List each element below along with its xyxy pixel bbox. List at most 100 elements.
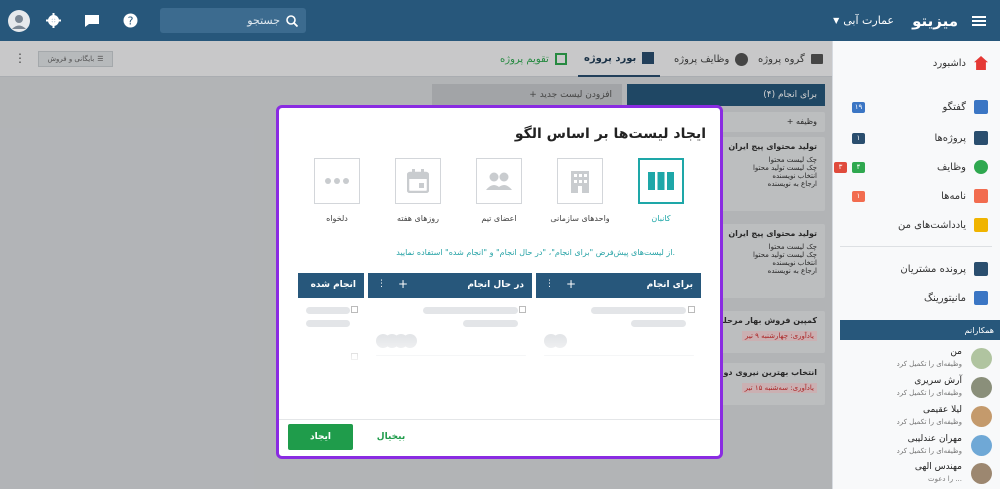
colleague-status: وظیفه‌ای را تکمیل کرد: [896, 360, 962, 368]
chat-icon: [974, 100, 988, 114]
template-org-units[interactable]: واحدهای سازمانی: [550, 158, 610, 223]
checkbox: [351, 306, 358, 313]
sidebar-item-customers[interactable]: پرونده مشتریان: [832, 256, 1000, 282]
chart-icon: [974, 291, 988, 305]
sidebar-item-label: نامه‌ها: [941, 190, 966, 202]
colleague-name: مهران عندلیبی: [907, 434, 962, 444]
sidebar-item-label: وظایف: [937, 161, 966, 173]
kanban-icon: [638, 158, 684, 204]
colleague-item[interactable]: لیلا عقیمی وظیفه‌ای را تکمیل کرد: [840, 402, 992, 432]
id-card-icon: [974, 262, 988, 276]
template-label: اعضای تیم: [481, 214, 517, 223]
sidebar-item-label: گفتگو: [942, 101, 966, 113]
colleague-status: وظیفه‌ای را تکمیل کرد: [896, 418, 962, 426]
skeleton-line: [591, 307, 686, 314]
projects-count-badge: ۱: [852, 133, 865, 144]
app-logo[interactable]: میزیتو: [912, 0, 958, 41]
tasks-done-badge: ۴: [852, 162, 865, 173]
template-label: کانبان: [651, 214, 671, 223]
colleague-item[interactable]: مهران عندلیبی وظیفه‌ای را تکمیل کرد: [840, 431, 992, 461]
more-vertical-icon: ⋮: [377, 279, 386, 289]
svg-text:?: ?: [128, 15, 134, 28]
projects-icon: [974, 131, 988, 145]
workspace-name: عمارت آبی: [843, 14, 894, 27]
template-label: واحدهای سازمانی: [550, 214, 610, 223]
cancel-button[interactable]: بیخیال: [371, 424, 411, 450]
top-bar: میزیتو ▼ عمارت آبی جستجو ?: [0, 0, 1000, 41]
modal-title: ایجاد لیست‌ها بر اساس الگو: [514, 126, 706, 142]
template-label: روزهای هفته: [396, 214, 440, 223]
skeleton-line: [423, 307, 518, 314]
search-placeholder: جستجو: [247, 14, 280, 27]
sidebar-item-monitoring[interactable]: مانیتورینگ: [832, 285, 1000, 311]
checkbox: [519, 306, 526, 313]
preview-column-header: برای انجام + ⋮: [536, 273, 701, 298]
sidebar-item-label: پروژه‌ها: [934, 132, 966, 144]
building-icon: [557, 158, 603, 204]
template-weekdays[interactable]: روزهای هفته: [388, 158, 448, 223]
avatar: [971, 348, 992, 369]
colleague-name: مهندس الهی: [914, 462, 962, 472]
home-icon: [974, 56, 988, 70]
preview-column-title: برای انجام: [646, 280, 693, 290]
tasks-overdue-badge: ۳: [834, 162, 847, 173]
template-label: دلخواه: [326, 214, 348, 223]
letters-count-badge: ۱: [852, 191, 865, 202]
colleague-status: وظیفه‌ای را تکمیل کرد: [896, 447, 962, 455]
create-lists-modal: ایجاد لیست‌ها بر اساس الگو کانبان واحدها…: [276, 105, 723, 459]
colleague-name: من: [950, 347, 962, 357]
mail-icon: [974, 189, 988, 203]
search-input[interactable]: جستجو: [160, 8, 306, 33]
help-icon[interactable]: ?: [123, 0, 138, 41]
more-vertical-icon: ⋮: [545, 279, 554, 289]
template-kanban[interactable]: کانبان: [631, 158, 691, 223]
team-icon: [476, 158, 522, 204]
skeleton-line: [306, 320, 350, 327]
sidebar: داشبورد گفتگو ۱۹ پروژه‌ها ۱ وظایف ۴ ۳ نا…: [832, 41, 1000, 489]
chat-icon[interactable]: [84, 0, 100, 41]
template-hint: از لیست‌های پیش‌فرض "برای انجام"، "در حا…: [396, 248, 675, 257]
preview-column-header: انجام شده: [298, 273, 364, 298]
colleague-status: وظیفه‌ای را تکمیل کرد: [896, 389, 962, 397]
colleague-status: را دعوت ...: [928, 475, 962, 483]
avatar: [971, 435, 992, 456]
colleagues-header: همکارانم: [840, 320, 1000, 340]
search-icon: [286, 14, 298, 27]
plus-icon: +: [566, 277, 577, 291]
preview-fade: [279, 336, 720, 366]
colleague-item[interactable]: من وظیفه‌ای را تکمیل کرد: [840, 344, 992, 374]
sidebar-item-label: مانیتورینگ: [924, 292, 966, 304]
sidebar-item-dashboard[interactable]: داشبورد: [832, 50, 1000, 76]
chevron-down-icon: ▼: [833, 16, 840, 25]
sidebar-item-label: داشبورد: [932, 57, 966, 69]
create-button[interactable]: ایجاد: [288, 424, 353, 450]
divider: [840, 246, 992, 247]
check-circle-icon: [974, 160, 988, 174]
menu-icon[interactable]: [972, 0, 986, 41]
colleague-item[interactable]: آرش سریری وظیفه‌ای را تکمیل کرد: [840, 373, 992, 403]
plus-icon: +: [398, 277, 409, 291]
colleague-item[interactable]: مهندس الهی را دعوت ...: [840, 459, 992, 489]
avatar[interactable]: [8, 0, 30, 41]
preview-column-title: انجام شده: [310, 280, 356, 290]
template-team-members[interactable]: اعضای تیم: [469, 158, 529, 223]
chat-count-badge: ۱۹: [852, 102, 865, 113]
avatar: [971, 406, 992, 427]
sidebar-item-label: پرونده مشتریان: [900, 263, 966, 275]
sidebar-item-label: یادداشت‌های من: [897, 219, 966, 231]
sidebar-item-notes[interactable]: یادداشت‌های من: [832, 212, 1000, 238]
avatar: [971, 463, 992, 484]
colleague-name: آرش سریری: [914, 376, 962, 386]
skeleton-line: [463, 320, 518, 327]
avatar: [971, 377, 992, 398]
template-custom[interactable]: دلخواه: [307, 158, 367, 223]
calendar-icon: [395, 158, 441, 204]
skeleton-line: [631, 320, 686, 327]
skeleton-line: [306, 307, 350, 314]
gear-icon[interactable]: [46, 0, 61, 41]
workspace-selector[interactable]: ▼ عمارت آبی: [833, 0, 894, 41]
dots-icon: [314, 158, 360, 204]
preview-column-title: در حال انجام: [467, 280, 524, 290]
preview-column-header: در حال انجام + ⋮: [368, 273, 532, 298]
checkbox: [688, 306, 695, 313]
